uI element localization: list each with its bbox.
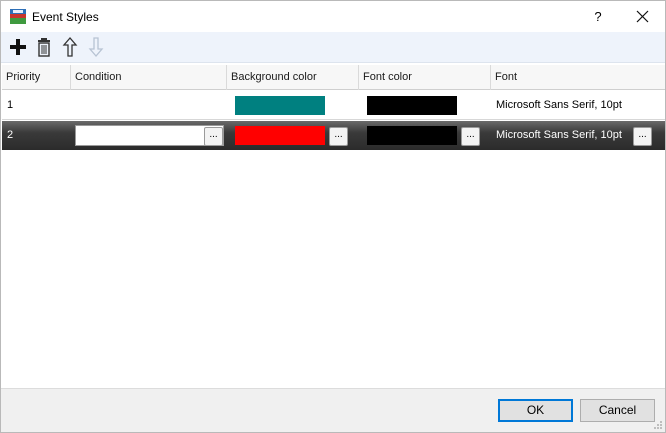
table-row[interactable]: 1 Microsoft Sans Serif, 10pt <box>2 91 665 120</box>
grid-header: Priority Condition Background color Font… <box>2 65 665 90</box>
background-color-swatch[interactable] <box>235 96 325 115</box>
arrow-up-icon[interactable] <box>59 35 81 59</box>
font-color-ellipsis-button[interactable]: ... <box>461 127 480 146</box>
column-header-condition[interactable]: Condition <box>71 65 227 90</box>
condition-ellipsis-button[interactable]: ... <box>204 127 223 146</box>
title-bar: Event Styles ? <box>1 1 665 32</box>
toolbar <box>1 32 665 63</box>
help-button[interactable]: ? <box>579 1 617 32</box>
cell-priority: 1 <box>7 99 14 111</box>
trash-icon[interactable] <box>33 35 55 59</box>
event-styles-grid: Priority Condition Background color Font… <box>2 65 665 387</box>
cancel-button[interactable]: Cancel <box>580 399 655 422</box>
background-color-swatch[interactable] <box>235 126 325 145</box>
arrow-down-icon[interactable] <box>85 35 107 59</box>
dialog-footer: OK Cancel <box>1 388 665 432</box>
plus-icon[interactable] <box>7 35 29 59</box>
cell-font[interactable]: Microsoft Sans Serif, 10pt <box>496 91 622 120</box>
cell-priority: 2 <box>7 129 14 141</box>
column-header-background-color[interactable]: Background color <box>227 65 359 90</box>
column-header-font[interactable]: Font <box>491 65 665 90</box>
font-ellipsis-button[interactable]: ... <box>633 127 652 146</box>
cell-font[interactable]: Microsoft Sans Serif, 10pt <box>496 121 622 150</box>
column-header-priority[interactable]: Priority <box>2 65 71 90</box>
app-icon <box>10 9 26 24</box>
background-color-ellipsis-button[interactable]: ... <box>329 127 348 146</box>
close-icon[interactable] <box>621 1 665 32</box>
column-header-font-color[interactable]: Font color <box>359 65 491 90</box>
condition-input[interactable] <box>75 125 224 146</box>
font-color-swatch[interactable] <box>367 96 457 115</box>
font-color-swatch[interactable] <box>367 126 457 145</box>
resize-grip-icon[interactable] <box>653 420 663 430</box>
ok-button[interactable]: OK <box>498 399 573 422</box>
window-title: Event Styles <box>32 10 99 24</box>
event-styles-dialog: Event Styles ? Priority Condition Backgr… <box>0 0 666 433</box>
table-row-selected[interactable]: 2 ... ... ... Microsoft Sans Serif, 10pt… <box>2 121 665 150</box>
